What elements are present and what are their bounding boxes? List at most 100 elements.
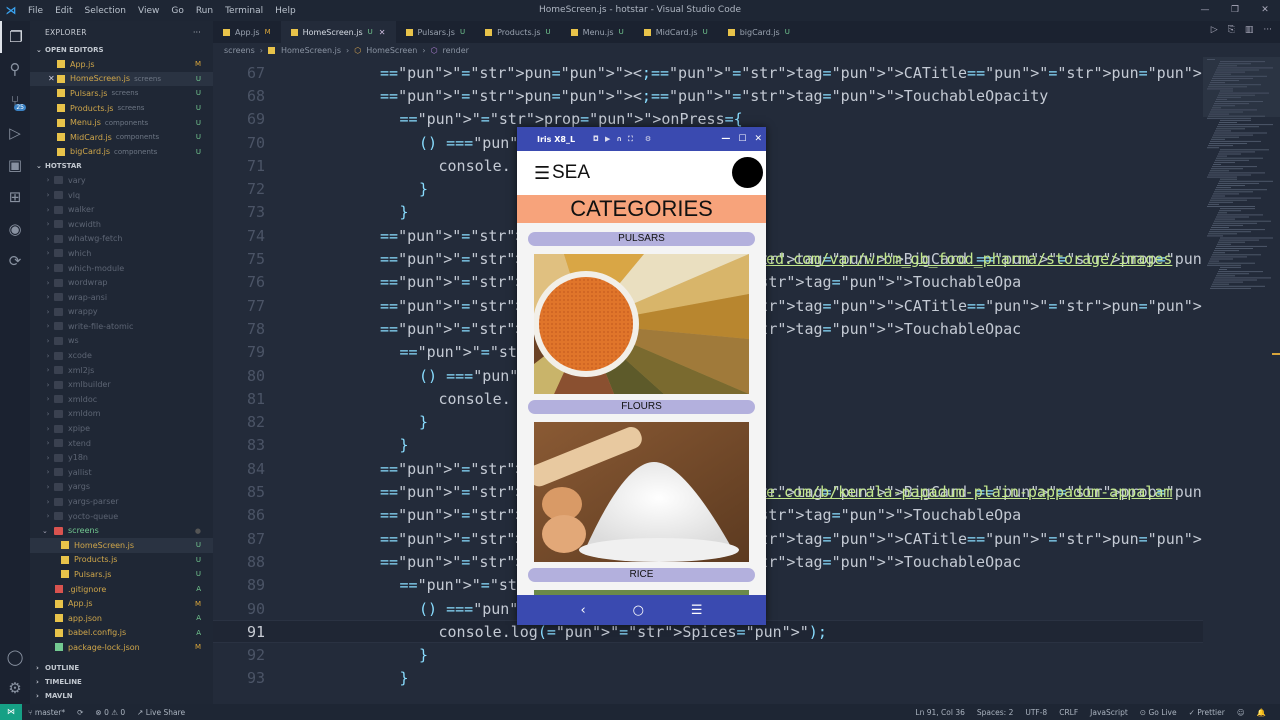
prettier-button[interactable]: ✓ Prettier <box>1183 708 1231 717</box>
back-icon[interactable]: ‹ <box>580 603 585 618</box>
folder-item[interactable]: › xmldoc <box>30 392 213 407</box>
folder-item[interactable]: › yallist <box>30 465 213 480</box>
more-actions-icon[interactable]: ··· <box>193 28 201 37</box>
file-item[interactable]: babel.config.js A <box>30 626 213 641</box>
folder-item[interactable]: › wrap-ansi <box>30 290 213 305</box>
open-editor-item[interactable]: bigCard.js components U <box>30 145 213 160</box>
folder-item[interactable]: › yocto-queue <box>30 509 213 524</box>
explorer-icon[interactable]: ❐ <box>0 21 30 53</box>
tab-homescreen-js[interactable]: HomeScreen.js U ✕ <box>280 21 396 43</box>
live-share-icon[interactable]: ⟳ <box>0 245 30 277</box>
live-share-button[interactable]: ↗ Live Share <box>131 708 191 717</box>
file-item[interactable]: Pulsars.js U <box>30 567 213 582</box>
code-url[interactable]: ed.com/var/wrbm_gb_food_pharma/storage/i… <box>766 247 1203 270</box>
menu-file[interactable]: File <box>22 6 49 16</box>
menu-terminal[interactable]: Terminal <box>219 6 269 16</box>
mavln-section[interactable]: › MAVLN <box>30 689 213 703</box>
folder-item[interactable]: › xmlbuilder <box>30 377 213 392</box>
outline-section[interactable]: › OUTLINE <box>30 661 213 675</box>
close-icon[interactable]: ✕ <box>754 134 762 144</box>
file-item[interactable]: package-lock.json M <box>30 640 213 655</box>
open-editors-section[interactable]: ⌄ OPEN EDITORS <box>30 43 213 57</box>
tab-products-js[interactable]: Products.js U <box>475 21 561 43</box>
minimap[interactable] <box>1203 57 1280 704</box>
hamburger-menu-icon[interactable]: ☰ <box>534 163 550 184</box>
folder-item[interactable]: › xcode <box>30 348 213 363</box>
folder-item[interactable]: › yargs <box>30 480 213 495</box>
breadcrumb-item[interactable]: screens <box>224 46 255 55</box>
cursor-position[interactable]: Ln 91, Col 36 <box>909 708 970 717</box>
file-item[interactable]: App.js M <box>30 596 213 611</box>
split-editor-icon[interactable]: ▥ <box>1245 25 1254 35</box>
folder-item[interactable]: › vary <box>30 173 213 188</box>
menu-go[interactable]: Go <box>165 6 189 16</box>
run-debug-icon[interactable]: ▷ <box>0 117 30 149</box>
tab-pulsars-js[interactable]: Pulsars.js U <box>396 21 476 43</box>
language-mode[interactable]: JavaScript <box>1084 708 1134 717</box>
menu-view[interactable]: View <box>132 6 165 16</box>
close-icon[interactable]: ✕ <box>48 74 57 83</box>
problems-indicator[interactable]: ⊗ 0 ⚠ 0 <box>89 708 131 717</box>
folder-item[interactable]: › xmldom <box>30 407 213 422</box>
tab-midcard-js[interactable]: MidCard.js U <box>634 21 718 43</box>
folder-item[interactable]: › xml2js <box>30 363 213 378</box>
avatar[interactable] <box>732 157 763 188</box>
minimize-icon[interactable]: — <box>721 134 730 144</box>
folder-item[interactable]: › yargs-parser <box>30 494 213 509</box>
remote-icon[interactable]: ⋈ <box>0 704 22 720</box>
remote-explorer-icon[interactable]: ▣ <box>0 149 30 181</box>
account-icon[interactable]: ◯ <box>0 641 30 673</box>
settings-gear-icon[interactable]: ⚙ <box>0 672 30 704</box>
go-live-button[interactable]: ⊙ Go Live <box>1134 708 1183 717</box>
minimize-icon[interactable]: — <box>1190 0 1220 21</box>
timeline-section[interactable]: › TIMELINE <box>30 675 213 689</box>
compare-icon[interactable]: ⎘ <box>1228 25 1235 35</box>
pulses-image[interactable] <box>534 254 749 394</box>
folder-item[interactable]: › whatwg-fetch <box>30 232 213 247</box>
feedback-icon[interactable]: ☺ <box>1231 708 1251 717</box>
screens-folder[interactable]: ⌄ screens ● <box>30 523 213 538</box>
file-item[interactable]: .gitignore A <box>30 582 213 597</box>
folder-item[interactable]: › which <box>30 246 213 261</box>
fullscreen-icon[interactable]: ⛶ <box>628 135 633 144</box>
menu-edit[interactable]: Edit <box>49 6 78 16</box>
notifications-icon[interactable]: 🔔 <box>1251 708 1272 717</box>
category-list[interactable]: PULSARS FLOURS RICE <box>517 223 766 595</box>
file-item[interactable]: Products.js U <box>30 553 213 568</box>
folder-item[interactable]: › write-file-atomic <box>30 319 213 334</box>
open-editor-item[interactable]: MidCard.js components U <box>30 130 213 145</box>
open-editor-item[interactable]: Pulsars.js screens U <box>30 86 213 101</box>
headset-icon[interactable]: ∩ <box>616 135 622 144</box>
file-item[interactable]: HomeScreen.js U <box>30 538 213 553</box>
folder-item[interactable]: › xpipe <box>30 421 213 436</box>
video-icon[interactable]: ▶ <box>605 135 610 144</box>
code-url[interactable]: e.com/b/kerala-papadum-plain-pappadom-ap… <box>766 480 1203 503</box>
extensions-icon[interactable]: ⊞ <box>0 181 30 213</box>
breadcrumb-item[interactable]: HomeScreen <box>366 46 417 55</box>
folder-item[interactable]: › vlq <box>30 188 213 203</box>
folder-item[interactable]: › wrappy <box>30 305 213 320</box>
sync-icon[interactable]: ⟳ <box>71 708 89 717</box>
open-editor-item[interactable]: ✕ HomeScreen.js screens U <box>30 71 213 87</box>
folder-item[interactable]: › xtend <box>30 436 213 451</box>
recents-icon[interactable]: ☰ <box>691 603 703 618</box>
eol[interactable]: CRLF <box>1053 708 1084 717</box>
branch-indicator[interactable]: ⑂ master* <box>22 708 71 717</box>
more-actions-icon[interactable]: ··· <box>1263 25 1272 35</box>
source-control-icon[interactable]: ⑂ 25 <box>0 85 30 117</box>
settings-gear-icon[interactable]: ⚙ <box>645 135 651 144</box>
run-icon[interactable]: ▷ <box>1211 25 1218 35</box>
search-icon[interactable]: ⚲ <box>0 53 30 85</box>
menu-selection[interactable]: Selection <box>79 6 132 16</box>
folder-item[interactable]: › walker <box>30 202 213 217</box>
home-icon[interactable]: ○ <box>633 603 644 618</box>
project-section[interactable]: ⌄ HOTSTAR <box>30 159 213 173</box>
open-editor-item[interactable]: Products.js screens U <box>30 101 213 116</box>
folder-item[interactable]: › ws <box>30 334 213 349</box>
github-icon[interactable]: ◉ <box>0 213 30 245</box>
close-icon[interactable]: ✕ <box>379 28 386 37</box>
restore-icon[interactable]: ❐ <box>1220 0 1250 21</box>
folder-item[interactable]: › wordwrap <box>30 275 213 290</box>
encoding[interactable]: UTF-8 <box>1019 708 1053 717</box>
close-icon[interactable]: ✕ <box>1250 0 1280 21</box>
